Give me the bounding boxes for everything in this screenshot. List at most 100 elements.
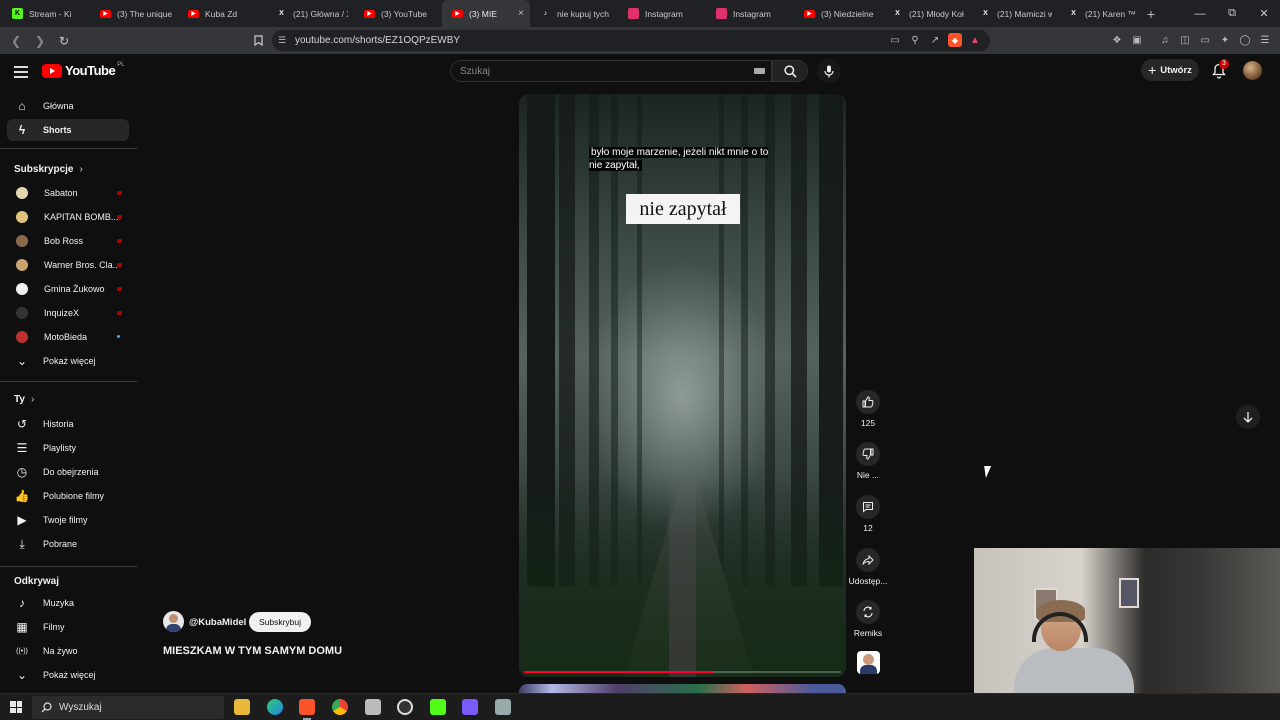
comments-button[interactable]: 12 [845, 495, 891, 533]
sidebar-subscription[interactable]: Bob Ross [7, 230, 129, 252]
app-icon[interactable] [495, 699, 511, 715]
voice-search-button[interactable] [817, 59, 841, 83]
leo-ai-icon[interactable]: ✦ [1218, 33, 1232, 47]
remix-button[interactable]: Remiks [845, 600, 891, 638]
sidebar-toggle-icon[interactable]: ◫ [1178, 33, 1192, 47]
sidebar-subscription[interactable]: Gmina Żukowo [7, 278, 129, 300]
chrome-icon[interactable] [332, 699, 348, 715]
sidebar-item-playlist[interactable]: ☰ Playlisty [7, 437, 129, 459]
browser-tab[interactable]: ▶ (3) MIE × [442, 0, 530, 27]
search-input[interactable] [451, 61, 741, 81]
sidebar-item-music[interactable]: ♪ Muzyka [7, 592, 129, 614]
channel-thumbnail[interactable] [857, 651, 880, 674]
restore-icon[interactable]: ⧉ [1216, 0, 1248, 27]
back-icon[interactable]: ❮ [6, 31, 26, 51]
streaming-app-icon[interactable] [430, 699, 446, 715]
close-window-icon[interactable]: ✕ [1248, 0, 1280, 27]
sidebar-subscription[interactable]: InquizeX [7, 302, 129, 324]
reload-icon[interactable]: ↻ [54, 31, 74, 51]
bookmark-icon[interactable] [248, 30, 268, 50]
sidebar-item-live[interactable]: ((•)) Na żywo [7, 640, 129, 662]
close-tab-icon[interactable]: × [518, 8, 524, 19]
video-progress-bar[interactable] [524, 671, 841, 673]
share-page-icon[interactable]: ↗ [928, 33, 942, 47]
screenshot-icon[interactable]: ▣ [1130, 33, 1144, 47]
browser-tab[interactable]: K Stream - Ki [2, 0, 90, 27]
browser-tab[interactable]: ▶ (3) YouTube [354, 0, 442, 27]
sidebar-item-history[interactable]: ↺ Historia [7, 413, 129, 435]
channel-avatar [16, 307, 28, 319]
brave-rewards-icon[interactable]: ▲ [968, 33, 982, 47]
media-control-icon[interactable]: ♫ [1158, 33, 1172, 47]
keyboard-icon[interactable] [754, 68, 765, 74]
tab-title: (21) Główna / X [293, 8, 348, 19]
chat-app-icon[interactable] [462, 699, 478, 715]
you-heading[interactable]: Ty › [14, 394, 34, 405]
sidebar-subscription[interactable]: Sabaton [7, 182, 129, 204]
sidebar-item-like[interactable]: 👍 Polubione filmy [7, 485, 129, 507]
sidebar-item-clock[interactable]: ◷ Do obejrzenia [7, 461, 129, 483]
share-button[interactable]: Udostęp... [845, 548, 891, 586]
menu-icon[interactable] [14, 66, 28, 81]
like-button[interactable]: 125 [845, 390, 891, 428]
dislike-label: Nie ... [856, 470, 880, 480]
brave-icon[interactable] [299, 699, 315, 720]
x-icon: X [1071, 10, 1076, 17]
sidebar-item-film[interactable]: ▦ Filmy [7, 616, 129, 638]
browser-tab[interactable]: X (21) Główna / X [266, 0, 354, 27]
chevron-right-icon: › [79, 164, 83, 175]
create-button[interactable]: + Utwórz [1141, 59, 1199, 81]
account-avatar[interactable] [1243, 61, 1262, 80]
next-short-preview[interactable] [519, 684, 846, 693]
file-explorer-icon[interactable] [234, 699, 250, 715]
browser-tab[interactable]: X (21) Karen ™ [1058, 0, 1146, 27]
browser-tab[interactable]: ▶ (3) The unique [90, 0, 178, 27]
sidebar-item-label: Główna [43, 101, 74, 111]
sidebar-item-shorts[interactable]: ϟ Shorts [7, 119, 129, 141]
notifications-button[interactable]: 3 [1210, 59, 1229, 80]
search-button[interactable] [772, 60, 808, 82]
channel-avatar[interactable] [163, 611, 184, 632]
browser-tab[interactable]: Instagram [618, 0, 706, 27]
new-tab-button[interactable]: + [1140, 0, 1162, 27]
app-icon[interactable] [365, 699, 381, 715]
subscriptions-heading[interactable]: Subskrypcje › [14, 164, 83, 175]
browser-menu-icon[interactable]: ☰ [1258, 33, 1272, 47]
site-settings-icon[interactable]: ☰ [278, 35, 286, 46]
address-bar[interactable]: ☰ youtube.com/shorts/EZ1OQPzEWBY ▭ ⚲ ↗ ◆… [272, 30, 990, 51]
sidebar-item-home[interactable]: ⌂ Główna [7, 95, 129, 117]
x-icon: X [895, 10, 900, 17]
obs-icon[interactable] [397, 699, 413, 715]
windows-start-icon[interactable] [10, 701, 22, 713]
shorts-video-player[interactable]: było moje marzenie, jeżeli nikt mnie o t… [519, 94, 846, 677]
browser-tab[interactable]: X (21) Mamiczi w [970, 0, 1058, 27]
minimize-icon[interactable]: — [1184, 0, 1216, 27]
browser-tab[interactable]: ▶ (3) Niedzielne [794, 0, 882, 27]
browser-tab[interactable]: ▶ Kuba Zd [178, 0, 266, 27]
sidebar-subscription[interactable]: KAPITAN BOMB... [7, 206, 129, 228]
vpn-shield-icon[interactable]: ◯ [1238, 33, 1252, 47]
subscribe-button[interactable]: Subskrybuj [249, 612, 311, 632]
brave-shields-icon[interactable]: ◆ [948, 33, 962, 47]
wallet-icon[interactable]: ▭ [1198, 33, 1212, 47]
browser-tab[interactable]: ♪ nie kupuj tych [530, 0, 618, 27]
sidebar-subscription[interactable]: Warner Bros. Cla... [7, 254, 129, 276]
sidebar-subscription[interactable]: MotoBieda [7, 326, 129, 348]
short-title[interactable]: MIESZKAM W TYM SAMYM DOMU [163, 645, 342, 657]
dislike-button[interactable]: Nie ... [845, 442, 891, 480]
youtube-logo[interactable]: YouTube PL [42, 62, 125, 78]
sidebar-item-download[interactable]: ⤓ Pobrane [7, 533, 129, 555]
browser-tab[interactable]: Instagram [706, 0, 794, 27]
channel-name[interactable]: @KubaMidel [189, 617, 246, 628]
cast-icon[interactable]: ▭ [888, 33, 902, 47]
taskbar-search[interactable]: Wyszukaj [32, 696, 224, 719]
edge-icon[interactable] [267, 699, 283, 715]
show-more-explore[interactable]: ⌄ Pokaż więcej [7, 664, 129, 686]
sidebar-item-video[interactable]: ▶ Twoje filmy [7, 509, 129, 531]
zoom-icon[interactable]: ⚲ [908, 33, 922, 47]
show-more-subscriptions[interactable]: ⌄ Pokaż więcej [7, 350, 129, 372]
next-short-button[interactable] [1236, 405, 1260, 429]
forward-icon[interactable]: ❯ [30, 31, 50, 51]
extensions-puzzle-icon[interactable]: ❖ [1110, 33, 1124, 47]
browser-tab[interactable]: X (21) Młody Koł [882, 0, 970, 27]
